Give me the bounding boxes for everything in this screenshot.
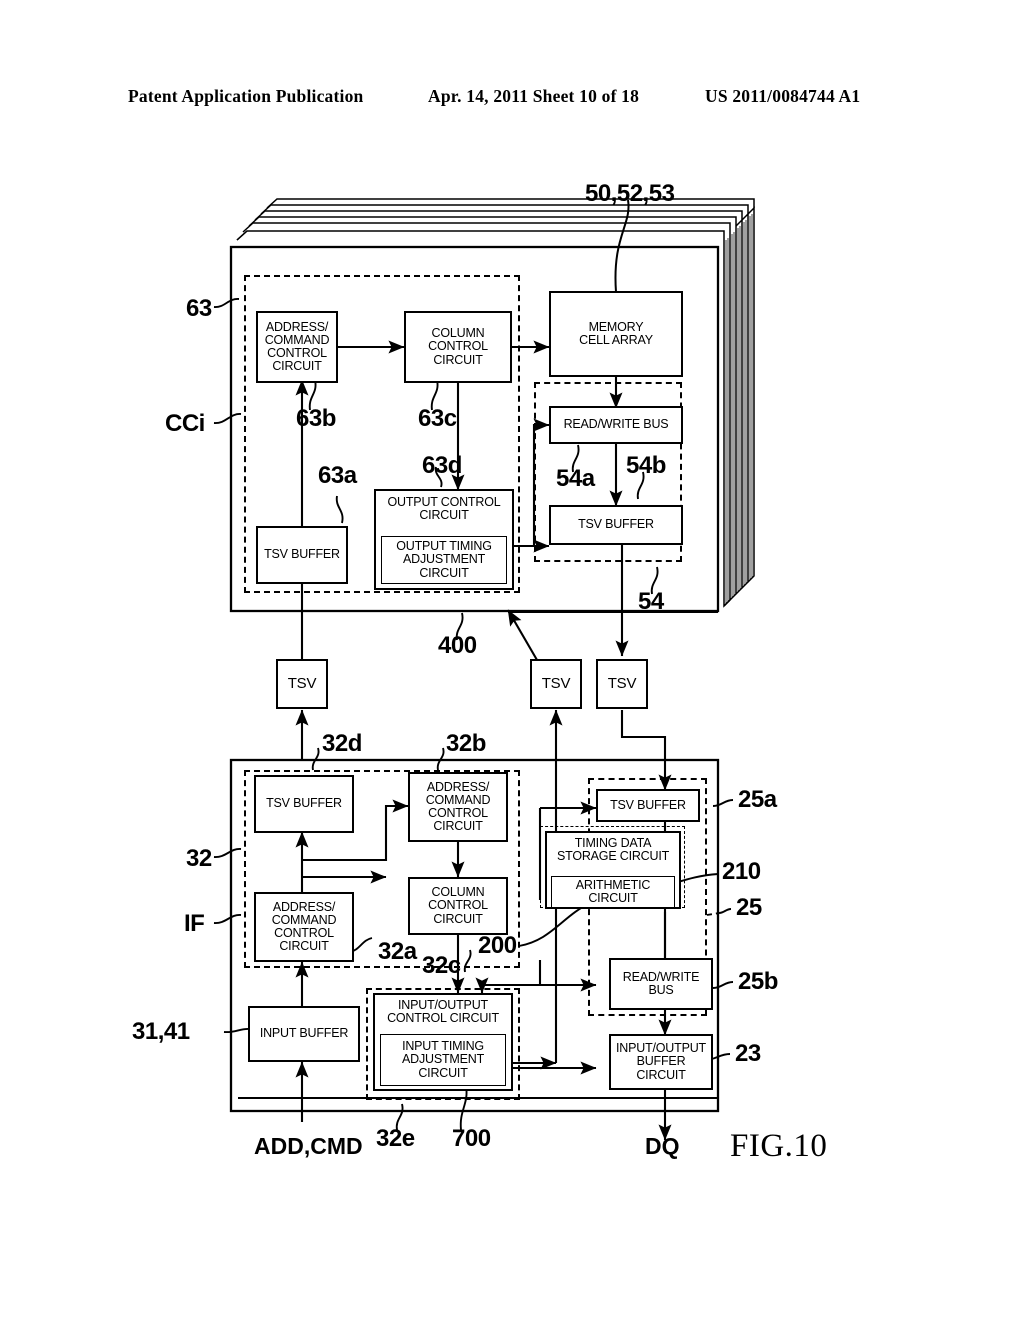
upper-address-command-control-circuit[interactable]: ADDRESS/ COMMAND CONTROL CIRCUIT bbox=[256, 311, 338, 383]
ref-25: 25 bbox=[736, 894, 762, 921]
figure-vector-layer bbox=[213, 198, 755, 1141]
box-label: ADDRESS/ COMMAND CONTROL CIRCUIT bbox=[264, 319, 330, 374]
signal-add-cmd: ADD,CMD bbox=[254, 1133, 363, 1159]
ref-210: 210 bbox=[722, 858, 761, 885]
ref-32: 32 bbox=[186, 845, 212, 872]
ref-32e: 32e bbox=[376, 1125, 415, 1152]
box-label: ADDRESS/ COMMAND CONTROL CIRCUIT bbox=[271, 899, 337, 954]
ref-31-41: 31,41 bbox=[132, 1018, 190, 1045]
upper-column-control-circuit[interactable]: COLUMN CONTROL CIRCUIT bbox=[404, 311, 512, 383]
ref-32c: 32c bbox=[422, 952, 461, 979]
input-buffer[interactable]: INPUT BUFFER bbox=[248, 1006, 360, 1062]
input-output-buffer-circuit[interactable]: INPUT/OUTPUT BUFFER CIRCUIT bbox=[609, 1034, 713, 1090]
ref-32b: 32b bbox=[446, 730, 486, 757]
ref-400: 400 bbox=[438, 632, 477, 659]
lower-address-command-control-circuit-top[interactable]: ADDRESS/ COMMAND CONTROL CIRCUIT bbox=[408, 772, 508, 842]
upper-tsv-buffer-right[interactable]: TSV BUFFER bbox=[549, 505, 683, 545]
ref-700: 700 bbox=[452, 1125, 491, 1152]
figure-caption: FIG.10 bbox=[730, 1128, 828, 1164]
box-label: TIMING DATA STORAGE CIRCUIT bbox=[556, 836, 670, 864]
ref-50-52-53: 50,52,53 bbox=[585, 180, 675, 207]
box-label: INPUT TIMING ADJUSTMENT CIRCUIT bbox=[401, 1039, 485, 1080]
ref-54b: 54b bbox=[626, 452, 666, 479]
box-label: TSV BUFFER bbox=[266, 796, 342, 811]
ref-cci: CCi bbox=[165, 410, 205, 437]
arithmetic-circuit[interactable]: ARITHMETIC CIRCUIT bbox=[551, 876, 675, 908]
box-label: TSV BUFFER bbox=[264, 547, 340, 562]
tsv-mid[interactable]: TSV bbox=[530, 659, 582, 709]
ref-25a: 25a bbox=[738, 786, 777, 813]
ref-63c: 63c bbox=[418, 405, 457, 432]
signal-dq: DQ bbox=[645, 1133, 680, 1159]
box-label: OUTPUT CONTROL CIRCUIT bbox=[387, 495, 501, 523]
lower-address-command-control-circuit-bottom[interactable]: ADDRESS/ COMMAND CONTROL CIRCUIT bbox=[254, 892, 354, 962]
ref-54a: 54a bbox=[556, 465, 595, 492]
upper-read-write-bus[interactable]: READ/WRITE BUS bbox=[549, 406, 683, 444]
ref-63a: 63a bbox=[318, 462, 357, 489]
box-label: READ/WRITE BUS bbox=[563, 417, 669, 432]
box-label: INPUT/OUTPUT CONTROL CIRCUIT bbox=[387, 998, 499, 1026]
lower-tsv-buffer[interactable]: TSV BUFFER bbox=[254, 775, 354, 833]
box-label: TSV BUFFER bbox=[610, 797, 686, 812]
figure-10: ADDRESS/ COMMAND CONTROL CIRCUIT COLUMN … bbox=[0, 0, 1024, 1320]
ref-32d: 32d bbox=[322, 730, 362, 757]
lower-read-write-bus[interactable]: READ/WRITE BUS bbox=[609, 958, 713, 1010]
ref-32a: 32a bbox=[378, 938, 417, 965]
box-label: TSV bbox=[287, 675, 317, 693]
box-label: COLUMN CONTROL CIRCUIT bbox=[428, 885, 488, 926]
box-label: TSV bbox=[607, 675, 637, 693]
tsv-right[interactable]: TSV bbox=[596, 659, 648, 709]
memory-cell-array[interactable]: MEMORY CELL ARRAY bbox=[549, 291, 683, 377]
ref-25b: 25b bbox=[738, 968, 778, 995]
box-label: INPUT/OUTPUT BUFFER CIRCUIT bbox=[616, 1041, 706, 1082]
box-label: COLUMN CONTROL CIRCUIT bbox=[428, 326, 488, 367]
ref-if: IF bbox=[184, 910, 205, 937]
tsv-left[interactable]: TSV bbox=[276, 659, 328, 709]
box-label: OUTPUT TIMING ADJUSTMENT CIRCUIT bbox=[396, 539, 492, 580]
ref-23: 23 bbox=[735, 1040, 761, 1067]
ref-63d: 63d bbox=[422, 452, 462, 479]
ref-200: 200 bbox=[478, 932, 517, 959]
lower-tsv-buffer-right[interactable]: TSV BUFFER bbox=[596, 789, 700, 822]
ref-63: 63 bbox=[186, 295, 212, 322]
box-label: MEMORY CELL ARRAY bbox=[579, 319, 653, 347]
box-label: TSV BUFFER bbox=[578, 517, 654, 532]
box-label: READ/WRITE BUS bbox=[622, 969, 700, 997]
box-label: INPUT BUFFER bbox=[259, 1026, 349, 1041]
box-label: ARITHMETIC CIRCUIT bbox=[575, 877, 651, 905]
ref-63b: 63b bbox=[296, 405, 336, 432]
output-timing-adjustment-circuit[interactable]: OUTPUT TIMING ADJUSTMENT CIRCUIT bbox=[381, 536, 507, 584]
upper-tsv-buffer-left[interactable]: TSV BUFFER bbox=[256, 526, 348, 584]
box-label: TSV bbox=[541, 675, 571, 693]
ref-54: 54 bbox=[638, 588, 664, 615]
box-label: ADDRESS/ COMMAND CONTROL CIRCUIT bbox=[425, 779, 491, 834]
lower-column-control-circuit[interactable]: COLUMN CONTROL CIRCUIT bbox=[408, 877, 508, 935]
input-timing-adjustment-circuit[interactable]: INPUT TIMING ADJUSTMENT CIRCUIT bbox=[380, 1034, 506, 1086]
